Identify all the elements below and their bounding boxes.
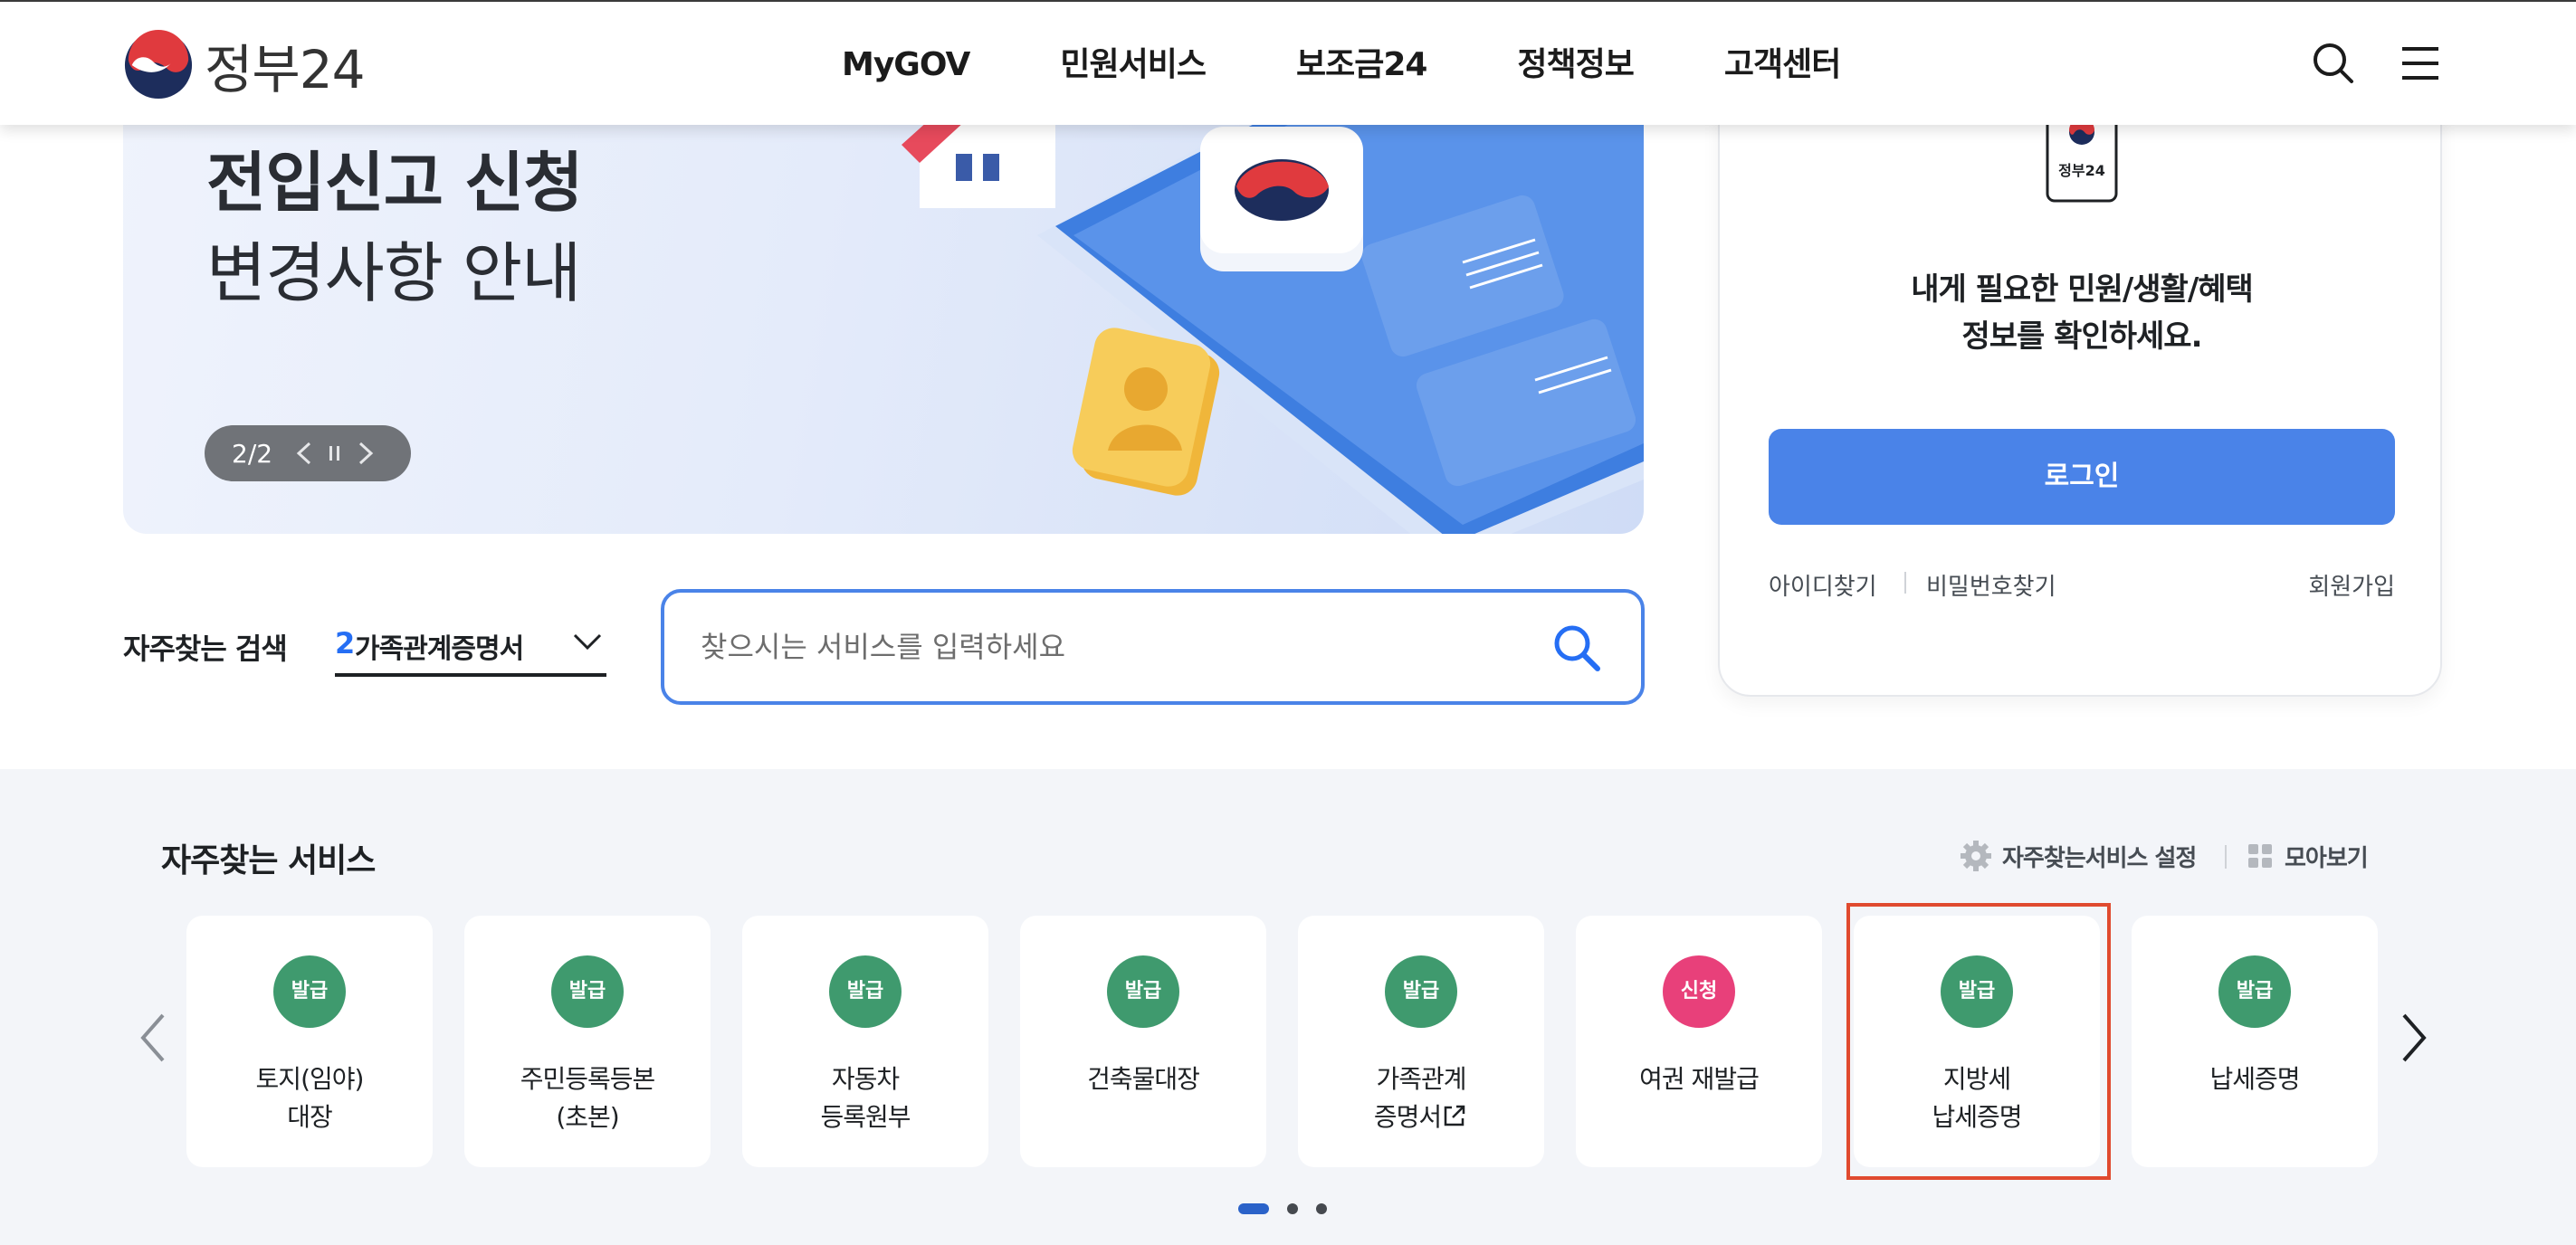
nav-policy-info[interactable]: 정책정보 [1517, 38, 1634, 92]
login-button[interactable]: 로그인 [1769, 429, 2395, 525]
nav-civil-service[interactable]: 민원서비스 [1060, 38, 1207, 92]
nav-mygov[interactable]: MyGOV [842, 38, 970, 92]
nav-subsidy24[interactable]: 보조금24 [1296, 38, 1427, 92]
service-badge: 발급 [1107, 955, 1179, 1028]
service-card-vehicle-register[interactable]: 발급 자동차 등록원부 [742, 916, 988, 1167]
site-logo[interactable]: 정부24 [123, 29, 366, 101]
logo-text: 정부24 [205, 39, 366, 100]
main-banner[interactable]: 전입신고 신청 변경사항 안내 2/2 [123, 54, 1644, 534]
service-search-box [661, 589, 1645, 705]
chevron-down-icon [573, 633, 602, 651]
pause-icon [329, 446, 340, 461]
service-badge: 발급 [551, 955, 624, 1028]
service-card-land-register[interactable]: 발급 토지(임야) 대장 [186, 916, 433, 1167]
external-link-icon [1444, 1105, 1465, 1126]
service-card-family-relation[interactable]: 발급 가족관계 증명서 [1298, 916, 1544, 1167]
banner-title-line2: 변경사항 안내 [206, 235, 581, 311]
banner-controls: 2/2 [205, 425, 411, 481]
frequent-search-selected: 가족관계증명서 [355, 633, 524, 665]
site-header: 정부24 MyGOV 민원서비스 보조금24 정책정보 고객센터 [0, 0, 2576, 125]
service-search-input[interactable] [701, 618, 1515, 676]
service-card-label: 납세증명 [2209, 1064, 2300, 1094]
service-card-list: 발급 토지(임야) 대장 발급 주민등록등본 (초본) 발급 자동차 등록원부 … [186, 916, 2378, 1169]
banner-title: 전입신고 신청 변경사항 안내 [206, 138, 584, 318]
find-password-link[interactable]: 비밀번호찾기 [1926, 568, 2056, 602]
service-card-tax-certificate[interactable]: 발급 납세증명 [2132, 916, 2378, 1167]
login-links: 아이디찾기 비밀번호찾기 회원가입 [1769, 568, 2395, 604]
chevron-left-icon [296, 442, 311, 465]
search-submit-icon[interactable] [1549, 620, 1605, 676]
login-message: 내게 필요한 민원/생활/혜택 정보를 확인하세요. [1720, 266, 2444, 360]
pagination-dot-2[interactable] [1287, 1203, 1298, 1214]
banner-next-button[interactable] [350, 435, 381, 471]
carousel-prev-icon[interactable] [134, 1006, 174, 1069]
service-card-building-register[interactable]: 발급 건축물대장 [1020, 916, 1266, 1167]
chevron-right-icon [359, 442, 374, 465]
service-card-label: 자동차 등록원부 [820, 1064, 911, 1132]
gov24-app-icon: 정부24 [2046, 114, 2118, 203]
banner-title-line1: 전입신고 신청 [206, 145, 584, 221]
toolbar-divider [2225, 845, 2227, 869]
service-badge: 신청 [1663, 955, 1735, 1028]
find-id-link[interactable]: 아이디찾기 [1769, 568, 1877, 602]
search-icon[interactable] [2308, 38, 2359, 89]
service-card-label: 건축물대장 [1087, 1064, 1200, 1094]
service-card-label: 가족관계 증명서 [1298, 1060, 1544, 1136]
service-badge: 발급 [1941, 955, 2013, 1028]
service-badge: 발급 [829, 955, 902, 1028]
signup-link[interactable]: 회원가입 [2308, 568, 2395, 602]
view-all-label: 모아보기 [2285, 844, 2369, 872]
frequent-search-rank: 2 [335, 626, 356, 661]
banner-prev-button[interactable] [289, 435, 320, 471]
service-card-label: 지방세 납세증명 [1932, 1064, 2022, 1132]
frequent-services-section: 자주찾는 서비스 자주찾는서비스 설정 모아보기 발급 토지(임야) 대장 발급… [0, 769, 2576, 1245]
frequent-services-title: 자주찾는 서비스 [161, 842, 376, 879]
frequent-services-setting-button[interactable]: 자주찾는서비스 설정 [1959, 838, 2197, 874]
login-card: 정부24 내게 필요한 민원/생활/혜택 정보를 확인하세요. 로그인 아이디찾… [1718, 54, 2442, 697]
link-divider [1904, 572, 1906, 594]
taegeuk-logo-icon [124, 30, 193, 100]
frequent-search-label: 자주찾는 검색 [123, 632, 288, 666]
service-card-label: 토지(임야) 대장 [255, 1064, 365, 1132]
service-card-resident-registration[interactable]: 발급 주민등록등본 (초본) [464, 916, 711, 1167]
carousel-next-icon[interactable] [2393, 1006, 2433, 1069]
gear-icon [1961, 841, 1991, 871]
nav-customer-center[interactable]: 고객센터 [1724, 38, 1841, 92]
pagination-dot-1[interactable] [1238, 1203, 1269, 1214]
main-nav: MyGOV 민원서비스 보조금24 정책정보 고객센터 [842, 38, 1841, 92]
pagination-dot-3[interactable] [1316, 1203, 1327, 1214]
grid-icon [2248, 844, 2272, 868]
login-message-line1: 내게 필요한 민원/생활/혜택 [1911, 271, 2254, 308]
frequent-services-setting-label: 자주찾는서비스 설정 [2002, 844, 2197, 872]
svg-text:정부24: 정부24 [2058, 162, 2105, 179]
login-message-line2: 정보를 확인하세요. [1961, 318, 2203, 355]
service-badge: 발급 [1385, 955, 1457, 1028]
view-all-button[interactable]: 모아보기 [2247, 838, 2369, 874]
service-card-label: 주민등록등본 (초본) [520, 1064, 656, 1132]
banner-counter: 2/2 [232, 438, 273, 469]
service-badge: 발급 [273, 955, 346, 1028]
banner-pause-button[interactable] [320, 435, 350, 471]
service-card-local-tax-certificate[interactable]: 발급 지방세 납세증명 [1854, 916, 2100, 1167]
frequent-search-dropdown[interactable]: 2 가족관계증명서 [335, 615, 606, 677]
hamburger-menu-icon[interactable] [2395, 38, 2446, 89]
service-badge: 발급 [2218, 955, 2291, 1028]
service-card-passport-reissue[interactable]: 신청 여권 재발급 [1576, 916, 1822, 1167]
service-card-label: 여권 재발급 [1639, 1064, 1760, 1094]
banner-phone-illustration [902, 54, 1644, 534]
